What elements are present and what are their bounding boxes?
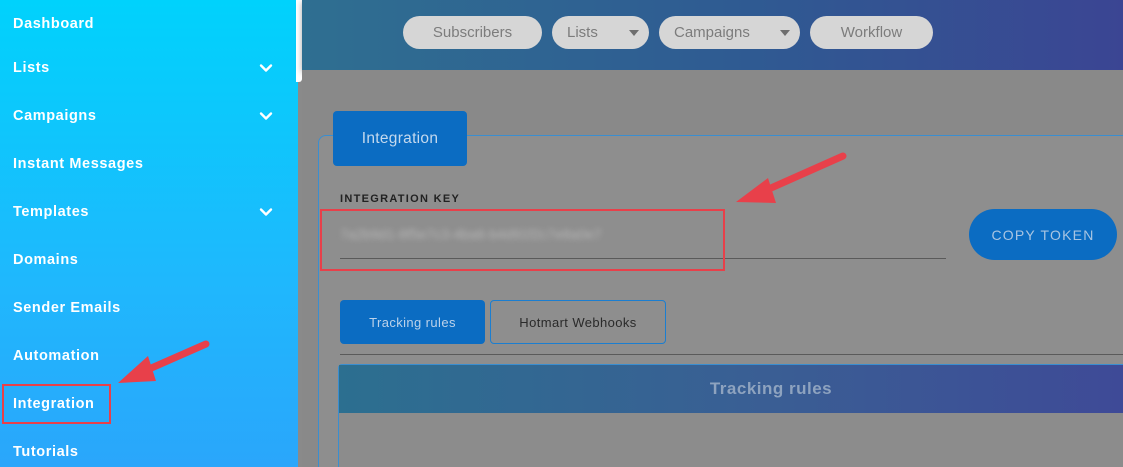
sidebar-item-domains[interactable]: Domains [0,236,298,284]
chevron-down-icon[interactable] [258,204,274,220]
tab-tracking-rules[interactable]: Tracking rules [340,300,485,344]
lists-label: Lists [567,24,598,41]
sidebar-item-instant-messages[interactable]: Instant Messages [0,140,298,188]
caret-down-icon [629,30,639,36]
sidebar-item-label: Lists [13,60,50,76]
tracking-rules-header: Tracking rules [339,365,1123,413]
integration-key-highlight-box [320,209,725,271]
sidebar-item-label: Templates [13,204,90,220]
sidebar-item-dashboard[interactable]: Dashboard [0,0,298,48]
sidebar-item-label: Domains [13,252,79,268]
chevron-down-icon[interactable] [258,60,274,76]
integration-key-label: INTEGRATION KEY [340,193,461,205]
sidebar-item-tutorials[interactable]: Tutorials [0,428,298,467]
sidebar-item-label: Instant Messages [13,156,144,172]
sidebar-item-automation[interactable]: Automation [0,332,298,380]
workflow-label: Workflow [840,24,903,41]
campaigns-nav-dropdown[interactable]: Campaigns [659,16,800,49]
sidebar-item-campaigns[interactable]: Campaigns [0,92,298,140]
sidebar-item-sender-emails[interactable]: Sender Emails [0,284,298,332]
lists-nav-dropdown[interactable]: Lists [552,16,649,49]
tab-integration[interactable]: Integration [333,111,467,166]
tab-hotmart-webhooks[interactable]: Hotmart Webhooks [490,300,666,344]
subscribers-nav-button[interactable]: Subscribers [403,16,542,49]
sidebar-item-label: Dashboard [13,16,95,32]
tab-integration-label: Integration [361,129,439,147]
subscribers-label: Subscribers [432,24,513,41]
tabs-divider [340,354,1123,355]
chevron-down-icon[interactable] [258,108,274,124]
copy-token-button[interactable]: COPY TOKEN [969,209,1117,260]
sidebar-item-label: Tutorials [13,444,79,460]
caret-down-icon [780,30,790,36]
sidebar-item-label: Campaigns [13,108,97,124]
tracking-rules-title: Tracking rules [709,379,833,398]
sidebar-item-label: Automation [13,348,100,364]
integration-highlight-box [2,384,111,424]
sidebar-item-templates[interactable]: Templates [0,188,298,236]
sidebar-item-label: Sender Emails [13,300,121,316]
workflow-nav-button[interactable]: Workflow [810,16,933,49]
campaigns-label: Campaigns [674,24,750,41]
sidebar-item-lists[interactable]: Lists [0,44,298,92]
